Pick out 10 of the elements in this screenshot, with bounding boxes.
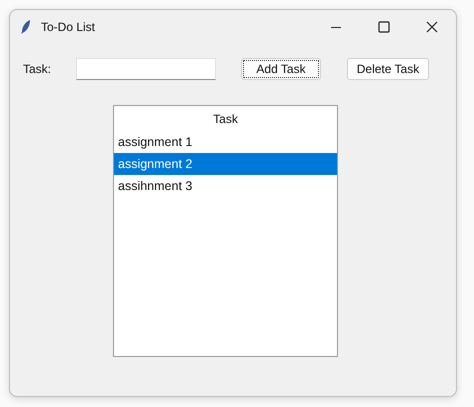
task-input-field[interactable] — [76, 58, 216, 80]
delete-task-button[interactable]: Delete Task — [347, 58, 429, 80]
list-item[interactable]: assignment 1 — [114, 131, 337, 153]
window-title: To-Do List — [41, 20, 96, 34]
feather-icon — [20, 19, 32, 35]
list-item[interactable]: assihnment 3 — [114, 175, 337, 197]
list-item[interactable]: assignment 2 — [114, 153, 337, 175]
column-header: Task — [212, 110, 239, 128]
task-label: Task: — [23, 62, 52, 76]
add-task-button[interactable]: Add Task — [241, 58, 321, 80]
